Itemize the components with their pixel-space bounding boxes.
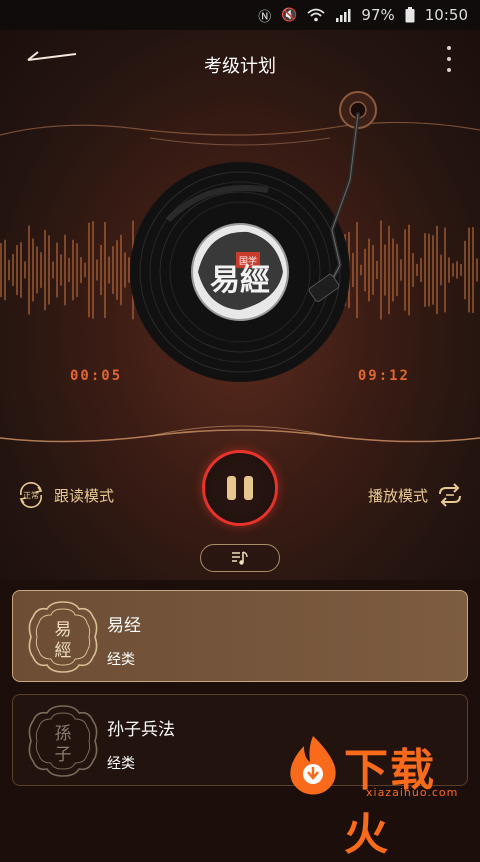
battery-percent: 97% bbox=[361, 6, 395, 24]
waveform-bar bbox=[456, 261, 458, 279]
waveform-bar bbox=[0, 242, 2, 298]
follow-mode-icon: 正常 bbox=[19, 482, 43, 508]
mute-icon: 🔇 bbox=[281, 7, 298, 23]
waveform-bar bbox=[444, 227, 446, 313]
waveform-bar bbox=[420, 258, 422, 282]
waveform-bar bbox=[80, 257, 82, 283]
seal-char-1: 易 bbox=[55, 620, 72, 640]
waveform-bar bbox=[408, 224, 410, 316]
waveform-bar bbox=[32, 238, 34, 302]
battery-icon bbox=[405, 7, 415, 23]
status-bar: Ⓝ 🔇 97% 10:50 bbox=[0, 0, 480, 30]
waveform-bar bbox=[8, 259, 10, 281]
waveform-bar bbox=[436, 225, 438, 315]
play-mode-button[interactable]: 播放模式 bbox=[368, 482, 464, 508]
follow-mode-icon-text: 正常 bbox=[23, 491, 39, 500]
waveform-bar bbox=[108, 256, 110, 284]
waveform-bar bbox=[416, 263, 418, 277]
waveform-bar bbox=[60, 254, 62, 286]
waveform-bar bbox=[120, 234, 122, 306]
clock: 10:50 bbox=[424, 6, 468, 24]
waveform-bar bbox=[404, 229, 406, 311]
book-category: 经类 bbox=[107, 652, 135, 668]
waveform-bar bbox=[432, 235, 434, 305]
waveform-bar bbox=[76, 243, 78, 297]
watermark: 下载火 xiazaihuo.com bbox=[284, 734, 480, 860]
waveform-bar bbox=[460, 264, 462, 276]
waveform-bar bbox=[96, 259, 98, 281]
waveform-bar bbox=[92, 221, 94, 319]
waveform-bar bbox=[28, 225, 30, 315]
waveform-bar bbox=[44, 229, 46, 311]
playlist-icon bbox=[232, 551, 248, 565]
signal-icon bbox=[336, 9, 351, 22]
seal-char-2: 經 bbox=[55, 641, 72, 661]
waveform-bar bbox=[468, 227, 470, 313]
tonearm bbox=[308, 91, 377, 302]
book-title: 易经 bbox=[107, 616, 141, 636]
waveform-bar bbox=[448, 257, 450, 283]
waveform-bar bbox=[400, 259, 402, 281]
waveform-bar bbox=[56, 242, 58, 298]
play-mode-label: 播放模式 bbox=[367, 486, 428, 505]
book-seal-icon: 易 經 bbox=[28, 601, 98, 673]
follow-mode-label: 跟读模式 bbox=[54, 486, 115, 505]
player-panel: 考级计划 国学 易經 00:05 09:12 正常 跟读模式 播放模式 bbox=[0, 30, 480, 580]
waveform-bar bbox=[428, 233, 430, 307]
pause-icon bbox=[227, 476, 236, 500]
book-seal-icon: 孫 子 bbox=[28, 705, 98, 777]
waveform-bar bbox=[72, 239, 74, 301]
repeat-icon bbox=[439, 483, 461, 507]
waveform-bar bbox=[64, 234, 66, 306]
pause-button[interactable] bbox=[202, 450, 278, 526]
waveform-bar bbox=[452, 263, 454, 277]
more-menu-button[interactable] bbox=[444, 46, 454, 72]
list-item[interactable]: 易 經 易经 经类 bbox=[12, 590, 468, 682]
waveform-bar bbox=[476, 258, 478, 282]
book-category: 经类 bbox=[107, 756, 135, 772]
waveform-bar bbox=[104, 221, 106, 319]
waveform-bar bbox=[84, 262, 86, 278]
flame-logo-icon bbox=[290, 736, 336, 795]
nfc-icon: Ⓝ bbox=[258, 9, 272, 25]
waveform-bar bbox=[20, 242, 22, 298]
seal-char-1: 孫 bbox=[55, 724, 72, 744]
page-title: 考级计划 bbox=[204, 56, 276, 77]
waveform-bar bbox=[472, 227, 474, 313]
waveform-bar bbox=[464, 240, 466, 300]
waveform-bar bbox=[440, 254, 442, 286]
wifi-icon bbox=[307, 8, 326, 22]
waveform-bar bbox=[12, 254, 14, 286]
playlist-button[interactable] bbox=[200, 544, 280, 572]
waveform-bar bbox=[4, 239, 6, 301]
total-time: 09:12 bbox=[357, 368, 410, 384]
top-decorative-curve bbox=[0, 121, 480, 146]
waveform-bar bbox=[424, 233, 426, 307]
waveform-bar bbox=[116, 240, 118, 300]
watermark-url: xiazaihuo.com bbox=[366, 786, 459, 799]
waveform-bar bbox=[412, 253, 414, 287]
record-label-text: 易經 bbox=[210, 263, 270, 298]
more-vertical-icon bbox=[447, 46, 451, 50]
waveform-bar bbox=[88, 222, 90, 318]
elapsed-time: 00:05 bbox=[70, 368, 123, 384]
follow-mode-button[interactable]: 正常 跟读模式 bbox=[16, 482, 114, 508]
waveform-bar bbox=[68, 257, 70, 283]
waveform-bar bbox=[36, 246, 38, 294]
waveform-bar bbox=[48, 235, 50, 305]
waveform-bar bbox=[100, 245, 102, 295]
waveform-bar bbox=[124, 252, 126, 288]
waveform-bar bbox=[112, 246, 114, 294]
waveform-bar bbox=[24, 261, 26, 279]
book-title: 孙子兵法 bbox=[107, 720, 175, 740]
seal-char-2: 子 bbox=[55, 745, 72, 765]
waveform-bar bbox=[16, 245, 18, 295]
waveform-bar bbox=[52, 261, 54, 279]
waveform-bar bbox=[40, 252, 42, 288]
